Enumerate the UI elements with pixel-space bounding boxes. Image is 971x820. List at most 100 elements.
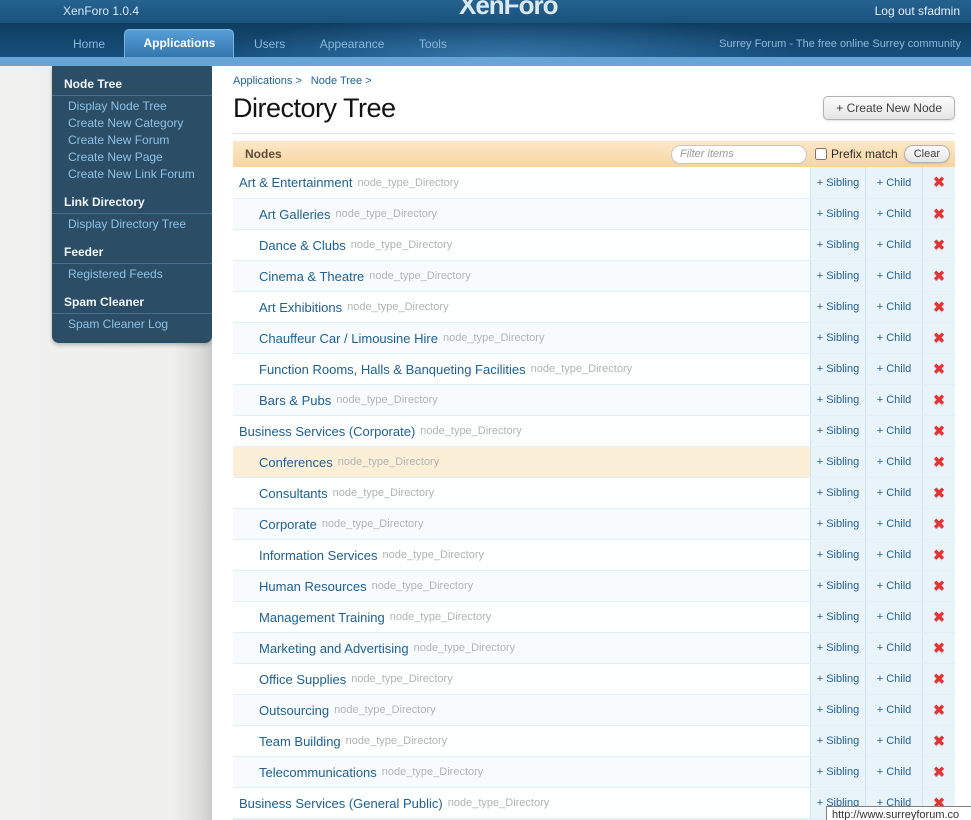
delete-x-icon[interactable]: ✖ xyxy=(933,393,946,408)
add-sibling-link[interactable]: + Sibling xyxy=(817,456,860,468)
add-sibling-link[interactable]: + Sibling xyxy=(817,549,860,561)
add-sibling-link[interactable]: + Sibling xyxy=(817,642,860,654)
add-child-link[interactable]: + Child xyxy=(877,673,912,685)
sidebar-item-display-directory-tree[interactable]: Display Directory Tree xyxy=(52,216,212,233)
node-link[interactable]: Information Services xyxy=(259,548,378,563)
add-child-link[interactable]: + Child xyxy=(877,487,912,499)
tab-applications[interactable]: Applications xyxy=(124,29,235,57)
sidebar-item-create-new-forum[interactable]: Create New Forum xyxy=(52,132,212,149)
tab-users[interactable]: Users xyxy=(239,31,300,57)
delete-x-icon[interactable]: ✖ xyxy=(933,362,946,377)
delete-x-icon[interactable]: ✖ xyxy=(933,703,946,718)
add-sibling-link[interactable]: + Sibling xyxy=(817,735,860,747)
delete-x-icon[interactable]: ✖ xyxy=(933,175,946,190)
delete-x-icon[interactable]: ✖ xyxy=(933,455,946,470)
tab-appearance[interactable]: Appearance xyxy=(305,31,400,57)
add-child-link[interactable]: + Child xyxy=(877,177,912,189)
prefix-match-checkbox[interactable] xyxy=(815,148,828,160)
add-child-link[interactable]: + Child xyxy=(877,456,912,468)
breadcrumb-applications[interactable]: Applications > xyxy=(233,75,302,87)
sidebar-item-create-new-category[interactable]: Create New Category xyxy=(52,115,212,132)
sidebar-item-spam-cleaner-log[interactable]: Spam Cleaner Log xyxy=(52,316,212,333)
add-child-link[interactable]: + Child xyxy=(877,611,912,623)
node-link[interactable]: Dance & Clubs xyxy=(259,238,346,253)
tab-home[interactable]: Home xyxy=(58,31,120,57)
add-sibling-link[interactable]: + Sibling xyxy=(817,580,860,592)
sidebar-item-display-node-tree[interactable]: Display Node Tree xyxy=(52,98,212,115)
node-link[interactable]: Art & Entertainment xyxy=(239,175,352,190)
node-link[interactable]: Consultants xyxy=(259,486,328,501)
sidebar-item-registered-feeds[interactable]: Registered Feeds xyxy=(52,266,212,283)
delete-x-icon[interactable]: ✖ xyxy=(933,548,946,563)
node-link[interactable]: Office Supplies xyxy=(259,672,346,687)
node-link[interactable]: Management Training xyxy=(259,610,385,625)
delete-x-icon[interactable]: ✖ xyxy=(933,672,946,687)
delete-x-icon[interactable]: ✖ xyxy=(933,641,946,656)
delete-x-icon[interactable]: ✖ xyxy=(933,610,946,625)
delete-x-icon[interactable]: ✖ xyxy=(933,331,946,346)
clear-button[interactable]: Clear xyxy=(903,145,950,163)
node-link[interactable]: Human Resources xyxy=(259,579,367,594)
node-link[interactable]: Art Galleries xyxy=(259,207,331,222)
add-sibling-link[interactable]: + Sibling xyxy=(817,611,860,623)
add-child-link[interactable]: + Child xyxy=(877,363,912,375)
delete-x-icon[interactable]: ✖ xyxy=(933,424,946,439)
add-child-link[interactable]: + Child xyxy=(877,642,912,654)
node-link[interactable]: Marketing and Advertising xyxy=(259,641,409,656)
create-new-node-button[interactable]: + Create New Node xyxy=(823,96,955,120)
node-link[interactable]: Cinema & Theatre xyxy=(259,269,364,284)
node-link[interactable]: Outsourcing xyxy=(259,703,329,718)
add-sibling-link[interactable]: + Sibling xyxy=(817,177,860,189)
node-link[interactable]: Conferences xyxy=(259,455,333,470)
add-sibling-link[interactable]: + Sibling xyxy=(817,363,860,375)
add-sibling-link[interactable]: + Sibling xyxy=(817,270,860,282)
node-link[interactable]: Telecommunications xyxy=(259,765,377,780)
add-sibling-link[interactable]: + Sibling xyxy=(817,704,860,716)
add-sibling-link[interactable]: + Sibling xyxy=(817,301,860,313)
add-child-link[interactable]: + Child xyxy=(877,208,912,220)
delete-x-icon[interactable]: ✖ xyxy=(933,486,946,501)
node-link[interactable]: Team Building xyxy=(259,734,341,749)
add-child-link[interactable]: + Child xyxy=(877,704,912,716)
delete-x-icon[interactable]: ✖ xyxy=(933,579,946,594)
delete-x-icon[interactable]: ✖ xyxy=(933,238,946,253)
node-link[interactable]: Business Services (General Public) xyxy=(239,796,443,811)
delete-x-icon[interactable]: ✖ xyxy=(933,517,946,532)
add-sibling-link[interactable]: + Sibling xyxy=(817,332,860,344)
delete-x-icon[interactable]: ✖ xyxy=(933,765,946,780)
delete-x-icon[interactable]: ✖ xyxy=(933,300,946,315)
add-child-link[interactable]: + Child xyxy=(877,580,912,592)
breadcrumb-node-tree[interactable]: Node Tree > xyxy=(311,75,372,87)
add-sibling-link[interactable]: + Sibling xyxy=(817,487,860,499)
add-child-link[interactable]: + Child xyxy=(877,518,912,530)
add-child-link[interactable]: + Child xyxy=(877,239,912,251)
add-child-link[interactable]: + Child xyxy=(877,549,912,561)
add-sibling-link[interactable]: + Sibling xyxy=(817,518,860,530)
add-child-link[interactable]: + Child xyxy=(877,735,912,747)
add-sibling-link[interactable]: + Sibling xyxy=(817,208,860,220)
add-child-link[interactable]: + Child xyxy=(877,394,912,406)
filter-input[interactable] xyxy=(671,144,808,164)
add-sibling-link[interactable]: + Sibling xyxy=(817,766,860,778)
add-child-link[interactable]: + Child xyxy=(877,301,912,313)
node-link[interactable]: Chauffeur Car / Limousine Hire xyxy=(259,331,438,346)
delete-x-icon[interactable]: ✖ xyxy=(933,734,946,749)
sidebar-item-create-new-link-forum[interactable]: Create New Link Forum xyxy=(52,166,212,183)
node-link[interactable]: Business Services (Corporate) xyxy=(239,424,415,439)
add-child-link[interactable]: + Child xyxy=(877,270,912,282)
add-sibling-link[interactable]: + Sibling xyxy=(817,425,860,437)
tab-tools[interactable]: Tools xyxy=(404,31,462,57)
add-child-link[interactable]: + Child xyxy=(877,766,912,778)
logout-link[interactable]: Log out sfadmin xyxy=(875,0,960,23)
add-sibling-link[interactable]: + Sibling xyxy=(817,673,860,685)
delete-x-icon[interactable]: ✖ xyxy=(933,269,946,284)
add-sibling-link[interactable]: + Sibling xyxy=(817,394,860,406)
node-link[interactable]: Corporate xyxy=(259,517,317,532)
delete-x-icon[interactable]: ✖ xyxy=(933,207,946,222)
node-link[interactable]: Bars & Pubs xyxy=(259,393,331,408)
add-child-link[interactable]: + Child xyxy=(877,425,912,437)
node-link[interactable]: Function Rooms, Halls & Banqueting Facil… xyxy=(259,362,526,377)
sidebar-item-create-new-page[interactable]: Create New Page xyxy=(52,149,212,166)
add-child-link[interactable]: + Child xyxy=(877,332,912,344)
node-link[interactable]: Art Exhibitions xyxy=(259,300,342,315)
